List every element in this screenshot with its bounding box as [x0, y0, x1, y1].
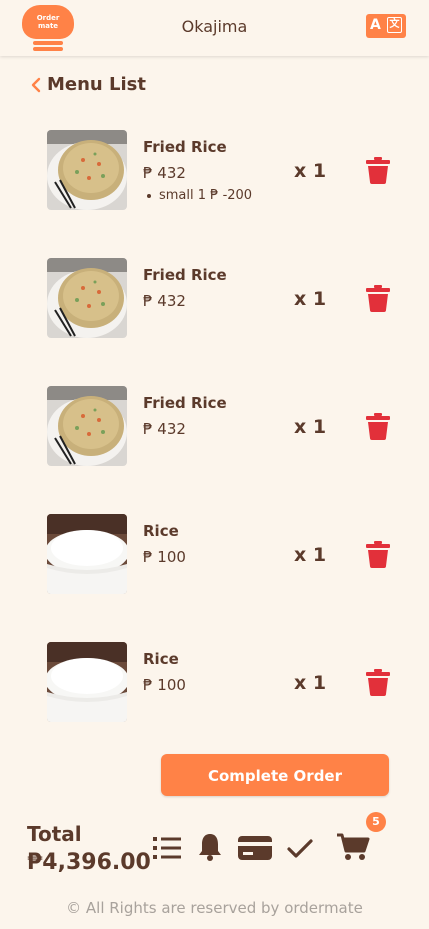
- top-bar: Order mate Okajima A 文: [0, 0, 429, 56]
- logo-band: [33, 47, 63, 51]
- delete-item-button[interactable]: [366, 285, 390, 312]
- delete-item-button[interactable]: [366, 541, 390, 568]
- bell-icon[interactable]: [197, 832, 223, 862]
- item-price: ₱ 100: [143, 548, 186, 566]
- trash-icon: [366, 669, 390, 696]
- cart-count-badge: 5: [366, 812, 386, 832]
- translate-icon-glyph: 文: [387, 17, 402, 33]
- logo-band: [33, 41, 63, 45]
- item-name: Fried Rice: [143, 394, 227, 412]
- item-quantity: x 1: [294, 288, 327, 310]
- item-quantity: x 1: [294, 416, 327, 438]
- page-title: Menu List: [47, 74, 146, 95]
- chevron-left-icon[interactable]: [29, 77, 43, 93]
- order-item: Fried Rice ₱ 432 small 1 ₱ -200 x 1: [0, 130, 429, 210]
- fried-rice-image: [47, 386, 127, 466]
- order-item: Fried Rice ₱ 432 x 1: [0, 258, 429, 338]
- language-button[interactable]: A 文: [366, 14, 406, 38]
- delete-item-button[interactable]: [366, 157, 390, 184]
- trash-icon: [366, 285, 390, 312]
- item-name: Fried Rice: [143, 138, 227, 156]
- total-value: ₱4,396.00: [27, 850, 151, 875]
- translate-icon: A: [370, 17, 381, 33]
- credit-card-icon[interactable]: [238, 834, 272, 862]
- fried-rice-image: [47, 130, 127, 210]
- cart-icon[interactable]: [336, 832, 370, 862]
- order-item: Rice ₱ 100 x 1: [0, 514, 429, 594]
- item-price: ₱ 432: [143, 164, 186, 182]
- rice-image: [47, 642, 127, 722]
- item-option: small 1 ₱ -200: [146, 188, 253, 203]
- trash-icon: [366, 541, 390, 568]
- list-icon[interactable]: [153, 835, 183, 861]
- fried-rice-image: [47, 258, 127, 338]
- order-item: Fried Rice ₱ 432 x 1: [0, 386, 429, 466]
- item-name: Rice: [143, 650, 179, 668]
- rice-image: [47, 514, 127, 594]
- order-item: Rice ₱ 100 x 1: [0, 642, 429, 722]
- app-title: Okajima: [181, 17, 248, 36]
- trash-icon: [366, 413, 390, 440]
- item-quantity: x 1: [294, 672, 327, 694]
- delete-item-button[interactable]: [366, 413, 390, 440]
- footer-copyright: © All Rights are reserved by ordermate: [66, 899, 363, 917]
- item-name: Rice: [143, 522, 179, 540]
- total-label: Total: [27, 822, 82, 846]
- complete-order-button[interactable]: Complete Order: [161, 754, 389, 796]
- item-quantity: x 1: [294, 544, 327, 566]
- item-price: ₱ 432: [143, 292, 186, 310]
- item-price: ₱ 432: [143, 420, 186, 438]
- trash-icon: [366, 157, 390, 184]
- delete-item-button[interactable]: [366, 669, 390, 696]
- item-name: Fried Rice: [143, 266, 227, 284]
- item-quantity: x 1: [294, 160, 327, 182]
- check-icon[interactable]: [286, 838, 314, 860]
- item-price: ₱ 100: [143, 676, 186, 694]
